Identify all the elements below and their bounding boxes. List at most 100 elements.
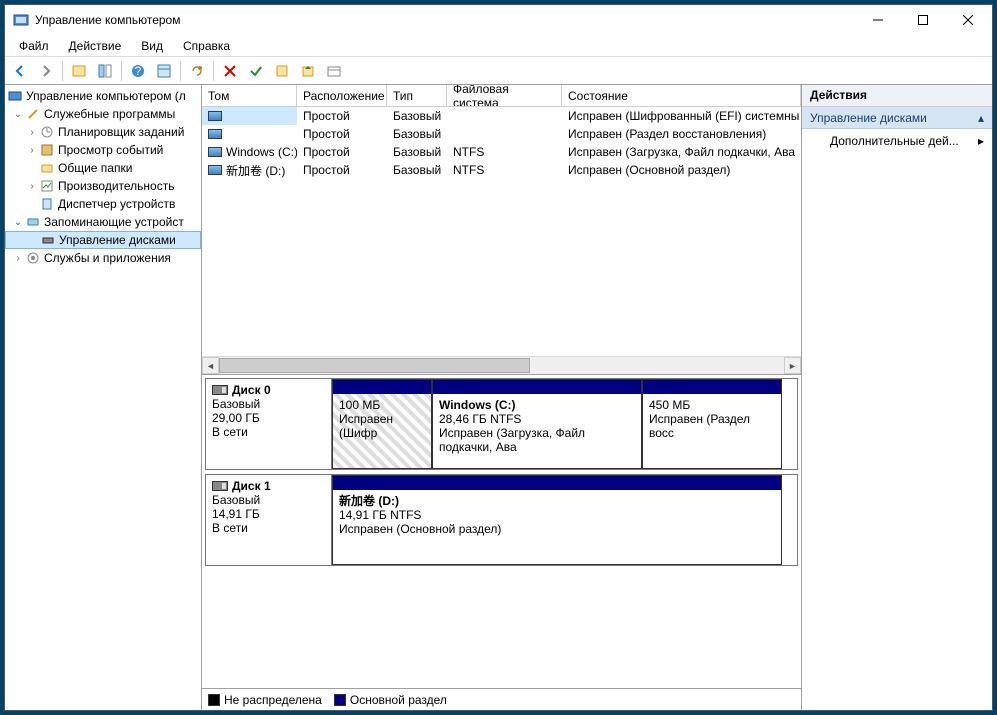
collapse-icon[interactable]: ⌄ (11, 215, 25, 229)
volume-icon (208, 111, 222, 121)
actions-more[interactable]: Дополнительные дей... ▸ (802, 129, 992, 153)
partition[interactable]: 450 МБИсправен (Раздел восс (642, 379, 782, 469)
disk-size: 29,00 ГБ (212, 411, 325, 425)
disk-info[interactable]: Диск 1Базовый14,91 ГБВ сети (206, 475, 332, 565)
toolbar: ? (5, 57, 992, 85)
partition-stripe (643, 380, 781, 394)
folder-icon (39, 160, 55, 176)
device-icon (39, 196, 55, 212)
clock-icon (39, 124, 55, 140)
titlebar: Управление компьютером (5, 5, 992, 35)
volume-list-header: Том Расположение Тип Файловая система Со… (202, 85, 801, 107)
menu-help[interactable]: Справка (175, 37, 238, 55)
disk-size: 14,91 ГБ (212, 507, 325, 521)
tree-device-manager[interactable]: Диспетчер устройств (5, 195, 201, 213)
menu-file[interactable]: Файл (11, 37, 57, 55)
volume-icon (208, 165, 222, 175)
menu-action[interactable]: Действие (61, 37, 130, 55)
forward-button[interactable] (34, 59, 58, 83)
refresh-button[interactable] (185, 59, 209, 83)
volume-fs: NTFS (447, 161, 562, 179)
tree-event-viewer[interactable]: › Просмотр событий (5, 141, 201, 159)
scrollbar-horizontal[interactable]: ◄ ► (202, 356, 801, 374)
maximize-button[interactable] (900, 6, 945, 34)
tree-root[interactable]: Управление компьютером (л (5, 87, 201, 105)
nav-tree: Управление компьютером (л ⌄ Служебные пр… (5, 85, 202, 710)
up-button[interactable] (296, 59, 320, 83)
expand-icon[interactable]: › (25, 179, 39, 193)
properties-button[interactable] (93, 59, 117, 83)
minimize-button[interactable] (855, 6, 900, 34)
scroll-track[interactable] (219, 357, 784, 374)
expand-icon[interactable]: › (25, 125, 39, 139)
volume-icon (208, 129, 222, 139)
disk-icon (212, 481, 228, 491)
volume-layout: Простой (297, 161, 387, 179)
scroll-thumb[interactable] (219, 358, 530, 373)
content-area: Управление компьютером (л ⌄ Служебные пр… (5, 85, 992, 710)
scroll-left-icon[interactable]: ◄ (202, 357, 219, 374)
delete-button[interactable] (218, 59, 242, 83)
partition[interactable]: 新加卷 (D:)14,91 ГБ NTFSИсправен (Основной … (332, 475, 782, 565)
close-button[interactable] (945, 6, 990, 34)
actions-header: Действия (802, 85, 992, 107)
tree-services[interactable]: › Службы и приложения (5, 249, 201, 267)
events-icon (39, 142, 55, 158)
volume-type: Базовый (387, 143, 447, 161)
partition-status: Исправен (Основной раздел) (339, 522, 775, 536)
volume-status: Исправен (Шифрованный (EFI) системны (562, 107, 801, 125)
disk-info[interactable]: Диск 0Базовый29,00 ГБВ сети (206, 379, 332, 469)
options-button[interactable] (322, 59, 346, 83)
volume-row[interactable]: ПростойБазовыйИсправен (Шифрованный (EFI… (202, 107, 801, 125)
tree-storage[interactable]: ⌄ Запоминающие устройст (5, 213, 201, 231)
col-layout[interactable]: Расположение (297, 85, 387, 106)
col-type[interactable]: Тип (387, 85, 447, 106)
col-volume[interactable]: Том (202, 85, 297, 106)
tree-system-tools[interactable]: ⌄ Служебные программы (5, 105, 201, 123)
volume-row[interactable]: Windows (C:)ПростойБазовыйNTFSИсправен (… (202, 143, 801, 161)
disk-icon (40, 232, 56, 248)
col-status[interactable]: Состояние (562, 85, 801, 106)
col-fs[interactable]: Файловая система (447, 85, 562, 106)
volume-row[interactable]: 新加卷 (D:)ПростойБазовыйNTFSИсправен (Осно… (202, 161, 801, 179)
volume-list: Том Расположение Тип Файловая система Со… (202, 85, 801, 375)
scroll-right-icon[interactable]: ► (784, 357, 801, 374)
view-list-button[interactable] (152, 59, 176, 83)
legend-primary: Основной раздел (334, 693, 447, 707)
volume-list-body: ПростойБазовый Исправен (Шифрованный (EFI… (202, 107, 801, 356)
tree-scheduler[interactable]: › Планировщик заданий (5, 123, 201, 141)
expand-icon[interactable]: › (25, 143, 39, 157)
back-button[interactable] (8, 59, 32, 83)
partition-stripe (433, 380, 641, 394)
disk-map: Диск 0Базовый29,00 ГБВ сети100 МБИсправе… (202, 375, 801, 688)
tree-shared-folders[interactable]: Общие папки (5, 159, 201, 177)
collapse-icon[interactable]: ⌄ (11, 107, 25, 121)
disk-type: Базовый (212, 397, 325, 411)
disk-row: Диск 1Базовый14,91 ГБВ сети新加卷 (D:)14,91… (205, 474, 798, 566)
help-button[interactable]: ? (126, 59, 150, 83)
perf-icon (39, 178, 55, 194)
volume-status: Исправен (Основной раздел) (562, 161, 801, 179)
window-title: Управление компьютером (35, 13, 855, 27)
tools-icon (25, 106, 41, 122)
show-hide-button[interactable] (67, 59, 91, 83)
volume-fs (447, 107, 562, 125)
collapse-icon: ▴ (978, 111, 984, 125)
tree-disk-management[interactable]: Управление дисками (5, 231, 201, 249)
volume-row[interactable]: ПростойБазовыйИсправен (Раздел восстанов… (202, 125, 801, 143)
tree-performance[interactable]: › Производительность (5, 177, 201, 195)
legend-swatch-black (208, 694, 220, 706)
expand-icon[interactable]: › (11, 251, 25, 265)
legend-swatch-navy (334, 694, 346, 706)
partition[interactable]: Windows (C:)28,46 ГБ NTFSИсправен (Загру… (432, 379, 642, 469)
partition[interactable]: 100 МБИсправен (Шифр (332, 379, 432, 469)
menubar: Файл Действие Вид Справка (5, 35, 992, 57)
menu-view[interactable]: Вид (133, 37, 171, 55)
apply-button[interactable] (244, 59, 268, 83)
disk-row: Диск 0Базовый29,00 ГБВ сети100 МБИсправе… (205, 378, 798, 470)
actions-section[interactable]: Управление дисками ▴ (802, 107, 992, 129)
new-button[interactable] (270, 59, 294, 83)
services-icon (25, 250, 41, 266)
partition-size: 14,91 ГБ NTFS (339, 508, 775, 522)
disk-name: Диск 1 (232, 479, 271, 493)
